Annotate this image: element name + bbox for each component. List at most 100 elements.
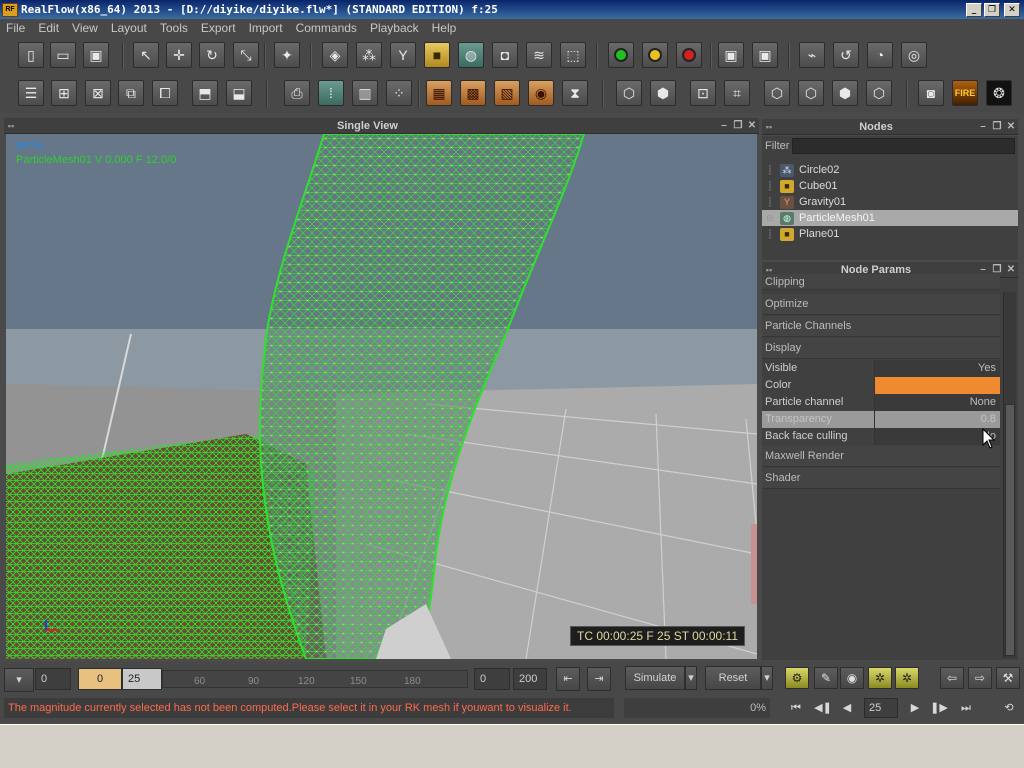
color-swatch[interactable] [875, 377, 1000, 394]
timeline-track[interactable] [162, 670, 468, 688]
section-particle-channels[interactable]: Particle Channels [762, 316, 1000, 337]
next-key-icon[interactable]: ❚▶ [928, 698, 950, 718]
link-icon[interactable]: ⧉ [118, 80, 144, 106]
minimize-panel-icon[interactable]: – [717, 120, 731, 131]
menu-layout[interactable]: Layout [111, 21, 147, 35]
section-optimize[interactable]: Optimize [762, 294, 1000, 315]
params-scrollbar[interactable] [1003, 292, 1016, 658]
range-left-icon[interactable]: ⇤ [556, 667, 580, 691]
current-frame-field[interactable]: 25 [122, 668, 162, 690]
crate-icon[interactable]: ▦ [426, 80, 452, 106]
new-file-icon[interactable]: ▯ [18, 42, 44, 68]
menu-tools[interactable]: Tools [160, 21, 188, 35]
range-start-field[interactable]: 0 [474, 668, 510, 690]
grip-icon[interactable]: ▪▪ [762, 265, 776, 275]
particles-b-icon[interactable]: ✲ [895, 667, 919, 689]
node-item-selected[interactable]: ⊞ ◍ ParticleMesh01 [762, 210, 1018, 226]
close-button[interactable]: ✕ [1004, 2, 1020, 17]
section-maxwell-render[interactable]: Maxwell Render [762, 446, 1000, 467]
mesh-icon[interactable]: ◍ [458, 42, 484, 68]
minimize-button[interactable]: _ [966, 2, 982, 17]
particles-a-icon[interactable]: ✲ [868, 667, 892, 689]
yellow-record-icon[interactable] [642, 42, 668, 68]
section-shader[interactable]: Shader [762, 468, 1000, 489]
menu-commands[interactable]: Commands [296, 21, 357, 35]
range-right-icon[interactable]: ⇥ [587, 667, 611, 691]
scrollbar-thumb[interactable] [1005, 404, 1015, 656]
menu-import[interactable]: Import [249, 21, 283, 35]
grip-icon[interactable]: ▪▪ [762, 122, 776, 132]
hourglass-icon[interactable]: ⧗ [562, 80, 588, 106]
close-panel-icon[interactable]: ✕ [1004, 264, 1018, 275]
float-panel-icon[interactable]: ❐ [990, 121, 1004, 132]
reset-dropdown-icon[interactable]: ▾ [761, 666, 773, 690]
node-item[interactable]: ┊ ■ Plane01 [762, 226, 1018, 242]
crate-red-icon[interactable]: ▩ [460, 80, 486, 106]
menu-help[interactable]: Help [432, 21, 457, 35]
box-split-icon[interactable]: ⬓ [226, 80, 252, 106]
nodes-view-icon[interactable]: ⚙ [785, 667, 809, 689]
3d-viewport[interactable]: persp ParticleMesh01 V 0.000 F 12.0/0 TC… [6, 134, 757, 659]
daemons-icon[interactable]: Y [390, 42, 416, 68]
cube-icon[interactable]: ■ [424, 42, 450, 68]
select-icon[interactable]: ↖ [133, 42, 159, 68]
remove-node-icon[interactable]: ⊠ [85, 80, 111, 106]
prev-frame-icon[interactable]: ◀ [838, 698, 856, 718]
minimize-panel-icon[interactable]: – [976, 121, 990, 132]
param-particle-channel[interactable]: Particle channel None [762, 394, 1000, 411]
render-icon[interactable]: ◙ [918, 80, 944, 106]
menu-file[interactable]: File [6, 21, 25, 35]
key-left-icon[interactable]: ⇦ [940, 667, 964, 689]
param-transparency[interactable]: Transparency 0.8 [762, 411, 1000, 428]
cube-c-icon[interactable]: ⬢ [832, 80, 858, 106]
timeline-start-field[interactable]: 0 [35, 668, 71, 690]
close-panel-icon[interactable]: ✕ [745, 120, 759, 131]
dotted-cube-icon[interactable]: ⬢ [650, 80, 676, 106]
object-icon[interactable]: ◈ [322, 42, 348, 68]
section-clipping[interactable]: Clipping [762, 274, 1000, 290]
corners-icon[interactable]: ⌗ [724, 80, 750, 106]
open-folder-icon[interactable]: ▭ [50, 42, 76, 68]
smoke-icon[interactable]: ❂ [986, 80, 1012, 106]
eye-icon[interactable]: ◉ [840, 667, 864, 689]
param-back-face-culling[interactable]: Back face culling No [762, 428, 1000, 445]
timer-icon[interactable]: ◔ [867, 42, 893, 68]
edit-icon[interactable]: ✎ [814, 667, 838, 689]
maximize-button[interactable]: ❐ [984, 2, 1000, 17]
reset-button[interactable]: Reset [705, 666, 761, 690]
loop-icon[interactable]: ⟲ [998, 698, 1020, 718]
range-end-field[interactable]: 200 [513, 668, 547, 690]
grid-cube-icon[interactable]: ⬚ [560, 42, 586, 68]
menu-playback[interactable]: Playback [370, 21, 419, 35]
next-frame-icon[interactable]: ▶ [906, 698, 924, 718]
node-item[interactable]: ┊ Y Gravity01 [762, 194, 1018, 210]
fire-icon[interactable]: FIRE [952, 80, 978, 106]
section-display[interactable]: Display [762, 338, 1000, 359]
cube-b-icon[interactable]: ⬡ [798, 80, 824, 106]
menu-view[interactable]: View [72, 21, 98, 35]
menu-export[interactable]: Export [201, 21, 236, 35]
unlink-icon[interactable]: ⧠ [152, 80, 178, 106]
cube-d-icon[interactable]: ⬡ [866, 80, 892, 106]
frame-field[interactable]: 25 [864, 698, 898, 718]
filter-input[interactable] [792, 138, 1015, 154]
node-item[interactable]: ┊ ⁂ Circle02 [762, 162, 1018, 178]
first-frame-icon[interactable]: ⏮ [786, 698, 806, 718]
green-record-icon[interactable] [608, 42, 634, 68]
prev-key-icon[interactable]: ◀❚ [812, 698, 834, 718]
wire-cube-icon[interactable]: ⬡ [616, 80, 642, 106]
column-icon[interactable]: ▥ [352, 80, 378, 106]
graph-play-icon[interactable]: ⌁ [799, 42, 825, 68]
crate-circle-icon[interactable]: ◉ [528, 80, 554, 106]
target-icon[interactable]: ⊡ [690, 80, 716, 106]
wrench-icon[interactable]: ⚒ [996, 667, 1020, 689]
particles-icon[interactable]: ⁞ [318, 80, 344, 106]
timeline-menu-icon[interactable]: ▾ [4, 668, 34, 692]
scale-icon[interactable]: ⤡ [233, 42, 259, 68]
move-icon[interactable]: ✛ [166, 42, 192, 68]
loop-icon[interactable]: ↺ [833, 42, 859, 68]
last-frame-icon[interactable]: ⏭ [956, 698, 976, 718]
param-visible[interactable]: Visible Yes [762, 360, 1000, 377]
cube-a-icon[interactable]: ⬡ [764, 80, 790, 106]
rotate-icon[interactable]: ↻ [199, 42, 225, 68]
